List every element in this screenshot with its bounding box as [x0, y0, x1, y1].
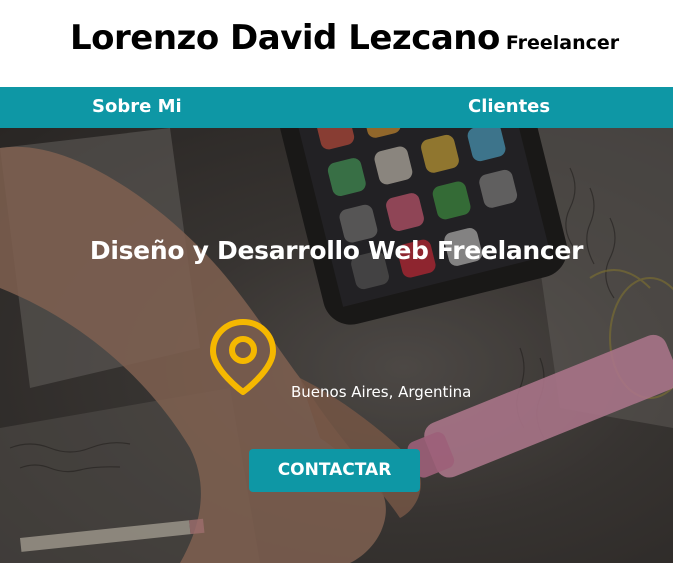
map-pin-icon [210, 319, 276, 395]
site-role: Freelancer [505, 32, 620, 54]
hero-section: Diseño y Desarrollo Web Freelancer Bueno… [0, 128, 673, 563]
main-nav: Sobre Mi Clientes [0, 87, 673, 128]
nav-item-clientes[interactable]: Clientes [468, 96, 550, 117]
site-name: Lorenzo David Lezcano [70, 18, 500, 58]
site-title: Lorenzo David Lezcano Freelancer [70, 18, 619, 58]
location-text: Buenos Aires, Argentina [291, 383, 472, 401]
nav-item-sobre-mi[interactable]: Sobre Mi [92, 96, 182, 117]
hero-overlay [0, 128, 673, 563]
site-header: Lorenzo David Lezcano Freelancer [0, 0, 673, 87]
hero-headline: Diseño y Desarrollo Web Freelancer [89, 236, 584, 265]
contact-button[interactable]: CONTACTAR [249, 449, 420, 492]
